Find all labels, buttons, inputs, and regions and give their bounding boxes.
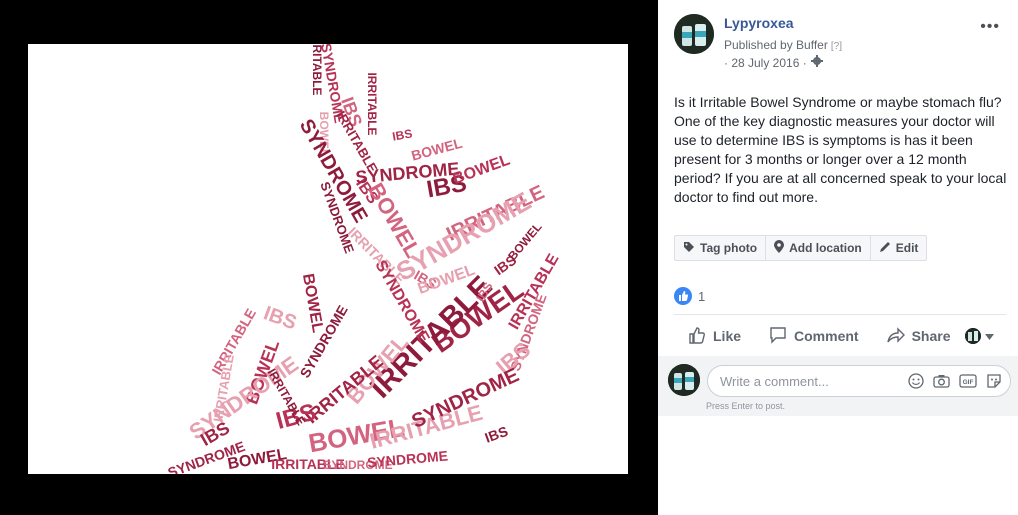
comment-label: Comment [794, 328, 859, 344]
comment-input[interactable]: Write a comment... GIF [707, 365, 1011, 397]
more-dots-icon[interactable]: ••• [980, 18, 1000, 36]
comment-button[interactable]: Comment [769, 326, 859, 347]
action-row: Like Comment Share [674, 320, 1006, 352]
comment-tools: GIF [908, 373, 1002, 394]
camera-icon[interactable] [933, 373, 950, 394]
emoji-icon[interactable] [908, 373, 924, 394]
tag-icon [683, 241, 695, 256]
share-button[interactable]: Share [886, 326, 951, 347]
published-by-text[interactable]: Published by Buffer [724, 38, 828, 52]
photo-stage: IRRITABLE SYNDROME IBS BOWEL IRRITABLE SYNDRO… [0, 0, 658, 515]
post-sidebar: Lypyroxea Published by Buffer [?] · 28 Ju… [658, 0, 1018, 515]
commenter-avatar [668, 364, 700, 396]
word-cloud-word: IBS [483, 423, 510, 446]
word-cloud-word: IBS [391, 126, 413, 143]
viewer-avatar [965, 328, 981, 344]
chevron-down-icon [985, 327, 994, 345]
avatar-image [674, 14, 714, 54]
speech-bubble-icon [769, 326, 787, 347]
divider [674, 314, 1006, 315]
comment-composer: Write a comment... GIF Press Enter to po… [658, 356, 1018, 416]
comment-placeholder: Write a comment... [720, 373, 829, 389]
location-pin-icon [774, 240, 785, 256]
photo-actions-bar: Tag photo Add location Edit [674, 235, 928, 261]
post-date[interactable]: · 28 July 2016 · [724, 56, 807, 70]
published-by: Published by Buffer [?] [724, 38, 842, 52]
like-button[interactable]: Like [688, 326, 741, 347]
pencil-icon [879, 241, 891, 256]
sticker-icon[interactable] [986, 373, 1002, 394]
reaction-summary[interactable]: 1 [674, 287, 705, 305]
tag-photo-button[interactable]: Tag photo [675, 236, 767, 260]
word-cloud-word: BOWEL [505, 220, 544, 263]
post-body-text: Is it Irritable Bowel Syndrome or maybe … [674, 94, 1007, 205]
viewer-identity-selector[interactable] [965, 327, 994, 345]
gif-icon[interactable]: GIF [959, 373, 977, 394]
post-date-row: · 28 July 2016 · [724, 55, 823, 70]
like-reaction-icon [674, 287, 692, 305]
word-cloud-word: BOWEL [299, 272, 326, 334]
tag-photo-label: Tag photo [700, 241, 758, 255]
like-label: Like [713, 328, 742, 344]
share-label: Share [911, 328, 951, 344]
post-photo[interactable]: IRRITABLE SYNDROME IBS BOWEL IRRITABLE SYNDRO… [28, 44, 628, 474]
share-arrow-icon [886, 326, 905, 347]
gear-icon[interactable] [810, 55, 823, 70]
word-cloud-word: IBS [261, 302, 300, 334]
add-location-label: Add location [789, 241, 862, 255]
photo-viewer: IRRITABLE SYNDROME IBS BOWEL IRRITABLE SYNDRO… [0, 0, 1018, 515]
svg-text:GIF: GIF [963, 379, 974, 386]
edit-label: Edit [895, 241, 919, 255]
edit-button[interactable]: Edit [871, 236, 927, 260]
word-cloud-word: IRRITABLE [365, 72, 379, 135]
thumbs-up-icon [688, 326, 706, 347]
add-location-button[interactable]: Add location [766, 236, 871, 260]
word-cloud-word: BOWEL [451, 152, 513, 188]
press-enter-hint: Press Enter to post. [706, 401, 786, 411]
published-help[interactable]: [?] [831, 41, 842, 52]
stomach-word-cloud-image: IRRITABLESYNDROMEIBSBOWEL IRRITABLESYNDRO… [166, 44, 563, 474]
author-name[interactable]: Lypyroxea [724, 15, 794, 31]
avatar[interactable] [674, 14, 714, 54]
reaction-count: 1 [698, 288, 706, 304]
